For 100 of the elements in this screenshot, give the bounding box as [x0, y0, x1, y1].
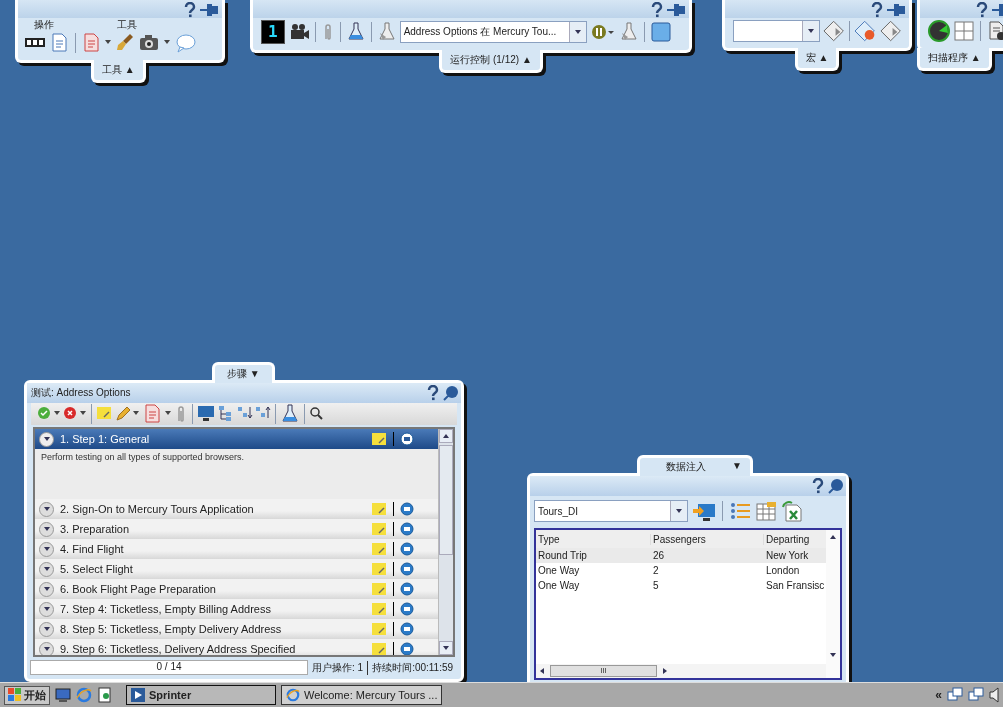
info-circle-icon[interactable] — [400, 582, 414, 596]
network-icon[interactable] — [947, 687, 963, 703]
info-circle-icon[interactable] — [400, 432, 414, 446]
dropdown-arrow-icon[interactable] — [675, 507, 683, 515]
sticky-note-icon[interactable] — [371, 642, 387, 655]
flask-icon[interactable] — [280, 403, 300, 425]
info-circle-icon[interactable] — [400, 542, 414, 556]
sticky-note-icon[interactable] — [371, 622, 387, 636]
caret-icon[interactable] — [42, 545, 51, 553]
toolbar-tab[interactable]: 扫描程序 ▲ — [917, 48, 992, 71]
data-source-dropdown[interactable]: Tours_DI — [534, 500, 688, 522]
help-icon[interactable] — [184, 2, 196, 18]
caret-icon[interactable] — [42, 645, 51, 653]
scroll-up-icon[interactable] — [442, 432, 450, 440]
caret-icon[interactable] — [42, 505, 51, 513]
expand-button[interactable] — [39, 561, 54, 577]
caret-icon[interactable] — [42, 565, 51, 573]
table-cell-text: 2 — [652, 565, 660, 576]
flask-icon[interactable] — [618, 21, 639, 43]
scroll-down-icon[interactable] — [829, 651, 837, 659]
start-button[interactable]: 开始 — [4, 685, 50, 705]
info-circle-icon[interactable] — [400, 562, 414, 576]
sticky-note-icon[interactable] — [371, 522, 387, 536]
step-row[interactable]: 4. Find Flight — [35, 539, 438, 559]
expand-button[interactable] — [39, 641, 54, 655]
info-circle-icon[interactable] — [400, 502, 414, 516]
caret-icon[interactable] — [42, 605, 51, 613]
table-grid-icon[interactable] — [755, 500, 777, 522]
panel-tab[interactable]: 步骤 ▼ — [212, 362, 275, 383]
info-circle-icon[interactable] — [400, 622, 414, 636]
list-icon[interactable] — [729, 500, 751, 522]
taskbar-button[interactable]: Sprinter — [126, 685, 276, 705]
test-dropdown[interactable]: Address Options 在 Mercury Tou... — [399, 21, 587, 43]
expand-button[interactable] — [39, 601, 54, 617]
toolbar-tab[interactable]: 运行控制 (1/12) ▲ — [439, 50, 543, 73]
scroll-left-icon[interactable] — [538, 667, 546, 675]
dropdown-arrow-icon[interactable] — [573, 28, 582, 36]
help-icon[interactable] — [812, 478, 824, 494]
tray-expand-button[interactable]: « — [935, 688, 942, 702]
sticky-note-icon[interactable] — [371, 562, 387, 576]
step-label: 9. Step 6: Ticketless, Delivery Address Specified — [60, 643, 297, 655]
sticky-note-icon[interactable] — [371, 502, 387, 516]
taskbar-button[interactable]: Welcome: Mercury Tours ... — [281, 685, 443, 705]
info-circle-icon[interactable] — [400, 522, 414, 536]
column-header[interactable]: Type — [536, 533, 651, 545]
table-row[interactable]: One Way 5 San Fransisc — [536, 578, 826, 593]
table-row[interactable]: Round Trip 26 New York — [536, 548, 826, 563]
scrollbar[interactable] — [438, 429, 453, 655]
step-row[interactable]: 3. Preparation — [35, 519, 438, 539]
sticky-note-icon[interactable] — [371, 432, 387, 446]
radar-icon[interactable] — [928, 20, 950, 42]
square-icon[interactable] — [649, 21, 672, 43]
step-row[interactable]: 9. Step 6: Ticketless, Delivery Address Specified — [35, 639, 438, 655]
toolbar-tab[interactable]: 宏 ▲ — [794, 48, 840, 71]
speaker-icon[interactable] — [989, 687, 999, 703]
help-icon[interactable] — [651, 2, 663, 18]
help-icon[interactable] — [976, 2, 988, 18]
caret-icon[interactable] — [42, 585, 51, 593]
panel-tab[interactable]: 数据注入 ▼ — [637, 455, 753, 476]
network-icon[interactable] — [968, 687, 984, 703]
caret-icon[interactable] — [42, 525, 51, 533]
spreadsheet-refresh-icon[interactable] — [781, 500, 803, 522]
caret-icon[interactable] — [42, 625, 51, 633]
expand-button[interactable] — [39, 581, 54, 597]
table-row[interactable]: One Way 2 London — [536, 563, 826, 578]
flask-icon[interactable] — [345, 21, 366, 43]
expand-button[interactable] — [39, 501, 54, 517]
diamond-icon[interactable] — [823, 20, 845, 42]
dropdown-arrow-icon[interactable] — [807, 27, 816, 35]
expand-button[interactable] — [39, 521, 54, 537]
step-row[interactable]: 5. Select Flight — [35, 559, 438, 579]
help-icon[interactable] — [427, 385, 439, 401]
document-icon[interactable] — [986, 20, 1003, 42]
expand-button[interactable] — [39, 541, 54, 557]
diamond-icon[interactable] — [879, 20, 901, 42]
scroll-down-icon[interactable] — [442, 644, 450, 652]
toolbar-tab[interactable]: 工具 ▲ — [91, 60, 146, 83]
scroll-right-icon[interactable] — [661, 667, 669, 675]
scroll-up-icon[interactable] — [829, 533, 837, 541]
expand-button[interactable] — [39, 621, 54, 637]
play-icon — [131, 688, 145, 702]
group-label: 工具 — [117, 18, 138, 32]
sticky-note-icon[interactable] — [371, 602, 387, 616]
flag-icon — [8, 688, 22, 702]
document-icon[interactable] — [97, 687, 113, 703]
step-row[interactable]: 6. Book Flight Page Preparation — [35, 579, 438, 599]
step-row[interactable]: 7. Step 4: Ticketless, Empty Billing Address — [35, 599, 438, 619]
sticky-note-icon[interactable] — [371, 542, 387, 556]
sticky-note-icon[interactable] — [371, 582, 387, 596]
desktop-icon[interactable] — [55, 687, 71, 703]
expand-button[interactable] — [39, 431, 54, 447]
info-circle-icon[interactable] — [400, 602, 414, 616]
flask-icon[interactable] — [376, 21, 397, 43]
step-row[interactable]: 8. Step 5: Ticketless, Empty Delivery Address — [35, 619, 438, 639]
record-icon[interactable] — [855, 20, 877, 42]
step-row[interactable]: 1. Step 1: General — [35, 429, 438, 449]
caret-icon[interactable] — [42, 435, 51, 443]
column-header[interactable]: Passengers — [651, 533, 764, 545]
step-row[interactable]: 2. Sign-On to Mercury Tours Application — [35, 499, 438, 519]
help-icon[interactable] — [871, 2, 883, 18]
